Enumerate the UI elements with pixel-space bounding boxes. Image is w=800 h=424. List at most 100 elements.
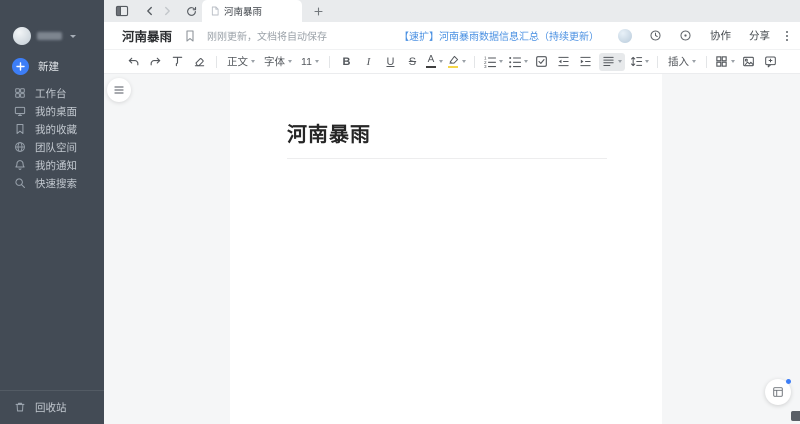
collaborate-button[interactable]: 协作 bbox=[710, 28, 731, 43]
tab-active[interactable]: 河南暴雨 bbox=[202, 0, 302, 22]
user-account[interactable] bbox=[0, 0, 104, 45]
toolbar-divider bbox=[656, 55, 658, 68]
paragraph-style-select[interactable]: 正文 bbox=[225, 54, 257, 69]
sidebar-item-workbench[interactable]: 工作台 bbox=[0, 84, 104, 102]
chevron-down-icon bbox=[438, 60, 443, 63]
sidebar-item-label: 回收站 bbox=[35, 401, 67, 414]
formatting-toolbar: 正文 字体 11 B I U S A 1 2 3 插入 bbox=[104, 50, 800, 74]
chevron-down-icon bbox=[523, 60, 528, 63]
related-doc-link[interactable]: 【速扩】河南暴雨数据信息汇总（持续更新） bbox=[399, 28, 599, 43]
chevron-down-icon bbox=[70, 34, 76, 38]
font-size-select[interactable]: 11 bbox=[299, 56, 321, 68]
bold-button[interactable]: B bbox=[338, 53, 355, 71]
user-name bbox=[37, 32, 62, 40]
chevron-down-icon bbox=[251, 60, 256, 63]
highlight-color-button[interactable] bbox=[448, 53, 466, 71]
favorites-icon bbox=[14, 123, 26, 135]
plus-icon bbox=[12, 57, 29, 75]
format-painter-icon[interactable] bbox=[169, 53, 186, 71]
chevron-down-icon bbox=[288, 60, 293, 63]
autosave-status: 刚刚更新，文档将自动保存 bbox=[207, 32, 328, 43]
document-title[interactable]: 河南暴雨 bbox=[287, 118, 605, 147]
nav-back-button[interactable] bbox=[142, 3, 158, 19]
outline-toggle-button[interactable] bbox=[107, 78, 131, 102]
sidebar: 新建 工作台 我的桌面 我的收藏 团队空间 我的通知 快速搜索 回收站 bbox=[0, 0, 104, 424]
sidebar-divider bbox=[0, 390, 104, 391]
insert-table-button[interactable] bbox=[715, 53, 735, 71]
chevron-down-icon bbox=[498, 60, 503, 63]
bullet-list-button[interactable] bbox=[508, 53, 528, 71]
tab-bar: 河南暴雨 bbox=[104, 0, 800, 22]
redo-button[interactable] bbox=[147, 53, 164, 71]
sidebar-item-label: 团队空间 bbox=[35, 141, 77, 154]
toolbar-divider bbox=[473, 55, 475, 68]
italic-button[interactable]: I bbox=[360, 53, 377, 71]
user-avatar bbox=[13, 27, 31, 45]
sidebar-item-label: 我的桌面 bbox=[35, 105, 77, 118]
line-spacing-button[interactable] bbox=[630, 53, 649, 71]
team-space-icon bbox=[14, 141, 26, 153]
new-doc-button[interactable]: 新建 bbox=[0, 45, 104, 75]
search-icon bbox=[14, 177, 26, 189]
svg-text:3: 3 bbox=[484, 64, 487, 68]
main-area: 河南暴雨 河南暴雨 刚刚更新，文档将自动保存 【速扩】河南暴雨数据信息汇总（持续… bbox=[104, 0, 800, 424]
bell-icon bbox=[14, 159, 26, 171]
font-family-select[interactable]: 字体 bbox=[262, 54, 294, 69]
doc-header-title: 河南暴雨 bbox=[122, 30, 173, 44]
doc-header: 河南暴雨 刚刚更新，文档将自动保存 【速扩】河南暴雨数据信息汇总（持续更新） 协… bbox=[104, 22, 800, 50]
more-vertical-icon[interactable] bbox=[786, 30, 788, 41]
indent-button[interactable] bbox=[577, 53, 594, 71]
presentation-mode-icon[interactable] bbox=[679, 29, 692, 42]
font-color-button[interactable]: A bbox=[425, 53, 443, 71]
insert-image-button[interactable] bbox=[740, 53, 757, 71]
app-window: 新建 工作台 我的桌面 我的收藏 团队空间 我的通知 快速搜索 回收站 河南暴雨… bbox=[0, 0, 800, 424]
new-tab-button[interactable] bbox=[311, 4, 325, 18]
toolbar-divider bbox=[216, 55, 218, 68]
tab-title: 河南暴雨 bbox=[224, 7, 263, 18]
sidebar-item-trash[interactable]: 回收站 bbox=[0, 398, 104, 416]
share-button[interactable]: 分享 bbox=[749, 28, 770, 43]
toolbar-divider bbox=[705, 55, 707, 68]
bookmark-icon[interactable] bbox=[185, 29, 195, 42]
history-icon[interactable] bbox=[649, 29, 662, 42]
nav-forward-button[interactable] bbox=[159, 3, 175, 19]
align-button[interactable] bbox=[598, 52, 625, 71]
sidebar-item-notifications[interactable]: 我的通知 bbox=[0, 156, 104, 174]
undo-button[interactable] bbox=[125, 53, 142, 71]
chevron-down-icon bbox=[730, 60, 735, 63]
document-page[interactable]: 河南暴雨 bbox=[230, 74, 662, 424]
trash-icon bbox=[14, 401, 26, 413]
ordered-list-button[interactable]: 123 bbox=[483, 53, 503, 71]
clear-format-icon[interactable] bbox=[191, 53, 208, 71]
outdent-button[interactable] bbox=[555, 53, 572, 71]
corner-feedback-tab[interactable] bbox=[791, 411, 800, 421]
sidebar-nav: 工作台 我的桌面 我的收藏 团队空间 我的通知 快速搜索 bbox=[0, 84, 104, 192]
chevron-down-icon bbox=[617, 60, 622, 63]
font-color-swatch bbox=[425, 66, 436, 68]
sidebar-toggle-button[interactable] bbox=[114, 3, 130, 19]
sidebar-item-team-space[interactable]: 团队空间 bbox=[0, 138, 104, 156]
refresh-button[interactable] bbox=[183, 3, 199, 19]
templates-button[interactable] bbox=[765, 379, 791, 405]
sidebar-item-label: 我的收藏 bbox=[35, 123, 77, 136]
notification-badge bbox=[786, 379, 791, 384]
doc-header-actions: 【速扩】河南暴雨数据信息汇总（持续更新） 协作 分享 bbox=[399, 28, 788, 43]
sidebar-item-favorites[interactable]: 我的收藏 bbox=[0, 120, 104, 138]
insert-menu-button[interactable]: 插入 bbox=[666, 54, 698, 69]
document-area: 河南暴雨 bbox=[104, 74, 800, 424]
checklist-button[interactable] bbox=[533, 53, 550, 71]
sidebar-item-quick-search[interactable]: 快速搜索 bbox=[0, 174, 104, 192]
chevron-down-icon bbox=[644, 60, 649, 63]
sidebar-item-label: 工作台 bbox=[35, 87, 67, 100]
sidebar-item-desktop[interactable]: 我的桌面 bbox=[0, 102, 104, 120]
underline-button[interactable]: U bbox=[382, 53, 399, 71]
new-doc-label: 新建 bbox=[38, 60, 59, 73]
collaborator-avatar[interactable] bbox=[618, 28, 632, 43]
highlight-color-swatch bbox=[448, 66, 459, 68]
sidebar-item-label: 我的通知 bbox=[35, 159, 77, 172]
chevron-down-icon bbox=[314, 60, 319, 63]
document-icon bbox=[211, 6, 219, 16]
chevron-down-icon bbox=[461, 60, 466, 63]
insert-comment-button[interactable] bbox=[762, 53, 779, 71]
strikethrough-button[interactable]: S bbox=[404, 53, 421, 71]
